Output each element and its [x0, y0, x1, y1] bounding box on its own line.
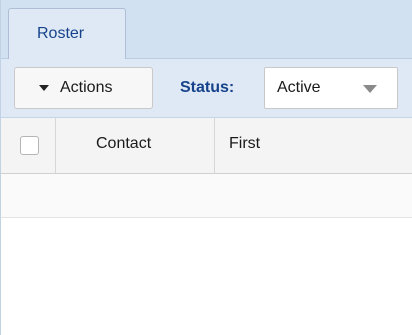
panel-border: [0, 0, 1, 335]
status-select-value: Active: [277, 79, 321, 96]
actions-button[interactable]: Actions: [14, 67, 153, 109]
chevron-down-icon: [363, 85, 377, 93]
column-header-contact-label: Contact: [96, 135, 152, 152]
column-header-first[interactable]: First: [215, 118, 412, 173]
header-checkbox-cell: [0, 118, 56, 173]
select-all-checkbox[interactable]: [20, 136, 39, 155]
grid-header: Contact First: [0, 118, 412, 174]
tab-strip: Roster: [0, 0, 412, 59]
tab-roster[interactable]: Roster: [8, 8, 126, 59]
actions-button-label: Actions: [60, 79, 113, 96]
tab-roster-label: Roster: [37, 25, 85, 42]
table-row: [0, 174, 412, 218]
caret-down-icon: [39, 85, 49, 91]
status-select[interactable]: Active: [264, 67, 398, 109]
column-header-first-label: First: [229, 135, 261, 152]
column-header-contact[interactable]: Contact: [56, 118, 215, 173]
grid-body: [0, 174, 412, 335]
roster-panel: Roster Actions Status: Active Contact Fi…: [0, 0, 412, 335]
status-filter-label: Status:: [180, 79, 235, 96]
